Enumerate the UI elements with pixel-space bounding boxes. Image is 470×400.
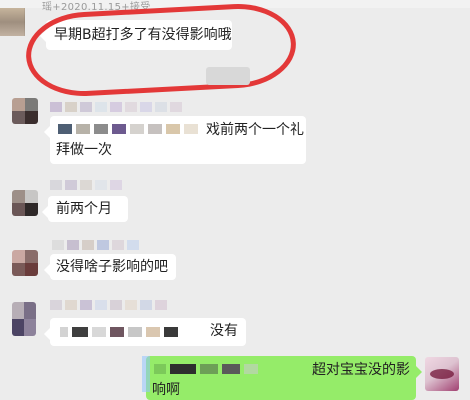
message-text: 没得啥子影响的吧 (56, 259, 168, 275)
message-text: 前两个月 (56, 201, 112, 217)
date-separator (206, 67, 250, 85)
message-text: 戏前两个一个礼 (206, 122, 304, 138)
sender-name-mosaic (50, 180, 122, 190)
message-bubble[interactable]: 早期B超打多了有没得影响哦 (40, 20, 232, 50)
avatar[interactable] (0, 8, 25, 36)
message-bubble[interactable]: 没有 (44, 318, 246, 346)
message-text: 超对宝宝没的影 (312, 362, 410, 378)
sender-name-mosaic (50, 300, 167, 310)
avatar[interactable] (12, 190, 38, 216)
sender-name-mosaic (52, 240, 139, 250)
message-bubble[interactable]: 没得啥子影响的吧 (44, 254, 176, 280)
redacted-text-mosaic (60, 327, 178, 337)
red-highlight-circle (23, 0, 299, 100)
redacted-text-mosaic (154, 364, 258, 374)
avatar[interactable] (425, 357, 459, 391)
message-bubble[interactable]: 戏前两个一个礼 拜做一次 (44, 116, 306, 164)
message-bubble[interactable]: 前两个月 (42, 196, 128, 222)
message-bubble[interactable]: 超对宝宝没的影 响啊 (146, 356, 422, 400)
message-text: 响啊 (152, 382, 180, 398)
redacted-text-mosaic (58, 124, 198, 134)
selection-marker (142, 356, 150, 392)
message-text: 没有 (210, 323, 238, 339)
avatar[interactable] (12, 302, 36, 336)
avatar[interactable] (12, 98, 38, 124)
message-text: 早期B超打多了有没得影响哦 (54, 27, 232, 43)
message-text: 拜做一次 (56, 142, 112, 158)
avatar[interactable] (12, 250, 38, 276)
sender-name-mosaic (50, 102, 182, 112)
top-caption: 瑶+2020.11.15+接受 (42, 2, 151, 13)
